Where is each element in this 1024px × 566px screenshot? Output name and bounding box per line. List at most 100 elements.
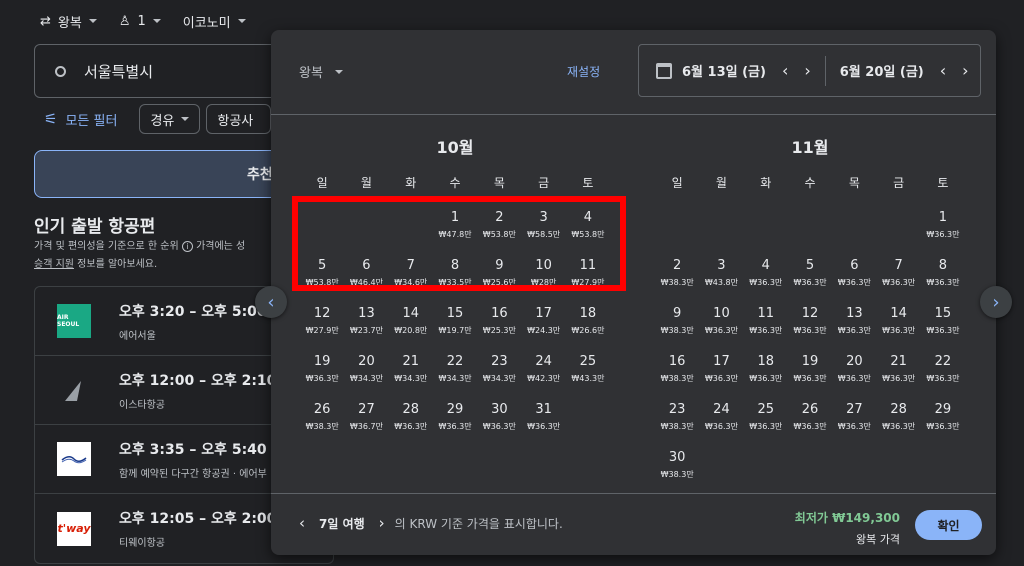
cabin-selector[interactable]: 이코노미 xyxy=(183,12,246,31)
calendar-day[interactable]: 11 ₩36.3만 xyxy=(744,301,788,349)
day-price: ₩36.3만 xyxy=(926,278,960,287)
day-price: ₩42.3만 xyxy=(527,374,561,383)
day-price: ₩34.3만 xyxy=(349,374,383,383)
day-price: ₩36.3만 xyxy=(926,422,960,431)
calendar-day[interactable]: 2 ₩38.3만 xyxy=(655,253,699,301)
calendar-day[interactable]: 13 ₩36.3만 xyxy=(832,301,876,349)
trip-type-selector[interactable]: ⇄ 왕복 xyxy=(40,12,97,31)
calendar-day[interactable]: 23 ₩34.3만 xyxy=(477,349,521,397)
calendar-day[interactable]: 9 ₩38.3만 xyxy=(655,301,699,349)
chevron-right-icon[interactable]: › xyxy=(379,514,385,532)
calendar-day[interactable]: 20 ₩36.3만 xyxy=(832,349,876,397)
passenger-assistance-link[interactable]: 승객 지원 xyxy=(34,259,74,270)
calendar-day[interactable]: 29 ₩36.3만 xyxy=(921,397,965,445)
calendar-day[interactable]: 28 ₩36.3만 xyxy=(876,397,920,445)
calendar-day[interactable]: 15 ₩19.7만 xyxy=(433,301,477,349)
calendar-day[interactable]: 16 ₩25.3만 xyxy=(477,301,521,349)
prev-month-button[interactable]: ‹ xyxy=(255,286,287,318)
confirm-button[interactable]: 확인 xyxy=(915,510,982,540)
calendar-day[interactable]: 3 ₩43.8만 xyxy=(699,253,743,301)
calendar-day[interactable]: 5 ₩36.3만 xyxy=(788,253,832,301)
calendar-day[interactable]: 22 ₩34.3만 xyxy=(433,349,477,397)
chevron-right-icon: › xyxy=(992,291,1000,313)
calendar-day[interactable]: 22 ₩36.3만 xyxy=(921,349,965,397)
weekday-header: 일월화수목금토 xyxy=(655,174,965,192)
day-price: ₩24.3만 xyxy=(527,326,561,335)
calendar-day[interactable]: 8 ₩36.3만 xyxy=(921,253,965,301)
calendar-day[interactable]: 7 ₩36.3만 xyxy=(876,253,920,301)
calendar-day[interactable]: 19 ₩36.3만 xyxy=(300,349,344,397)
calendar-day[interactable]: 21 ₩34.3만 xyxy=(389,349,433,397)
chevron-left-icon[interactable]: ‹ xyxy=(940,61,946,80)
calendar-day[interactable]: 15 ₩36.3만 xyxy=(921,301,965,349)
day-price: ₩43.3만 xyxy=(571,374,605,383)
calendar-day[interactable]: 17 ₩24.3만 xyxy=(521,301,565,349)
calendar-day[interactable]: 19 ₩36.3만 xyxy=(788,349,832,397)
day-price: ₩36.3만 xyxy=(793,326,827,335)
chevron-right-icon[interactable]: › xyxy=(804,61,810,80)
calendar-day[interactable]: 16 ₩38.3만 xyxy=(655,349,699,397)
next-month-button[interactable]: › xyxy=(980,286,1012,318)
chevron-right-icon[interactable]: › xyxy=(962,61,968,80)
calendar-day[interactable]: 18 ₩26.6만 xyxy=(566,301,610,349)
passenger-selector[interactable]: ♙ 1 xyxy=(119,14,161,29)
day-number: 29 xyxy=(446,402,464,417)
calendar-day[interactable]: 1 ₩36.3만 xyxy=(921,205,965,253)
calendar-day[interactable]: 4 ₩36.3만 xyxy=(744,253,788,301)
dialog-trip-type-selector[interactable]: 왕복 xyxy=(299,62,343,81)
swap-arrows-icon: ⇄ xyxy=(40,13,51,29)
weekday-header: 일월화수목금토 xyxy=(300,174,610,192)
calendar-day[interactable]: 14 ₩20.8만 xyxy=(389,301,433,349)
flight-time: 오후 3:20 – 오후 5:00 xyxy=(119,303,267,320)
reset-button[interactable]: 재설정 xyxy=(567,63,600,80)
calendar-day[interactable]: 30 ₩36.3만 xyxy=(477,397,521,445)
calendar-day[interactable]: 6 ₩36.3만 xyxy=(832,253,876,301)
calendar-day[interactable]: 24 ₩36.3만 xyxy=(699,397,743,445)
calendar-day[interactable]: 24 ₩42.3만 xyxy=(521,349,565,397)
day-number: 23 xyxy=(491,354,508,369)
calendar-day[interactable]: 26 ₩36.3만 xyxy=(788,397,832,445)
day-price: ₩25.3만 xyxy=(482,326,516,335)
day-price: ₩38.3만 xyxy=(660,422,694,431)
all-filters-button[interactable]: ⚟ 모든 필터 xyxy=(44,110,117,129)
calendar-day[interactable]: 28 ₩36.3만 xyxy=(389,397,433,445)
info-icon[interactable]: i xyxy=(181,241,193,252)
calendar-day[interactable]: 27 ₩36.3만 xyxy=(832,397,876,445)
calendar-day[interactable]: 23 ₩38.3만 xyxy=(655,397,699,445)
calendar-day[interactable]: 20 ₩34.3만 xyxy=(344,349,388,397)
price-currency-note: 의 KRW 기준 가격을 표시합니다. xyxy=(394,516,563,531)
calendar-day[interactable]: 21 ₩36.3만 xyxy=(876,349,920,397)
calendar-day[interactable]: 27 ₩36.7만 xyxy=(344,397,388,445)
day-price: ₩36.3만 xyxy=(527,422,561,431)
calendar-day[interactable]: 10 ₩36.3만 xyxy=(699,301,743,349)
departure-date[interactable]: 6월 13일 (금) xyxy=(682,61,766,80)
airline-filter-chip[interactable]: 항공사 xyxy=(206,104,272,134)
flight-time: 오후 12:00 – 오후 2:10 xyxy=(119,372,277,389)
day-number: 20 xyxy=(358,354,375,369)
calendar-day[interactable]: 29 ₩36.3만 xyxy=(433,397,477,445)
all-filters-label: 모든 필터 xyxy=(65,113,118,129)
day-number: 17 xyxy=(535,306,552,321)
return-date[interactable]: 6월 20일 (금) xyxy=(840,61,924,80)
stops-filter-chip[interactable]: 경유 xyxy=(139,104,201,134)
day-price: ₩36.3만 xyxy=(793,374,827,383)
calendar-day[interactable]: 25 ₩43.3만 xyxy=(566,349,610,397)
chevron-left-icon[interactable]: ‹ xyxy=(299,514,305,532)
calendar-day[interactable]: 30 ₩38.3만 xyxy=(655,445,699,493)
day-price: ₩36.3만 xyxy=(837,278,871,287)
calendar-day[interactable]: 13 ₩23.7만 xyxy=(344,301,388,349)
calendar-day[interactable]: 12 ₩27.9만 xyxy=(300,301,344,349)
dialog-trip-type-label: 왕복 xyxy=(299,66,323,81)
calendar-day[interactable]: 25 ₩36.3만 xyxy=(744,397,788,445)
calendar-day[interactable]: 17 ₩36.3만 xyxy=(699,349,743,397)
chevron-left-icon[interactable]: ‹ xyxy=(782,61,788,80)
tway-logo: t'way xyxy=(57,511,91,546)
calendar-day[interactable]: 12 ₩36.3만 xyxy=(788,301,832,349)
calendar-day[interactable]: 14 ₩36.3만 xyxy=(876,301,920,349)
empty-cell xyxy=(788,205,832,253)
calendar-day[interactable]: 31 ₩36.3만 xyxy=(521,397,565,445)
calendar-day[interactable]: 18 ₩36.3만 xyxy=(744,349,788,397)
day-price: ₩36.3만 xyxy=(394,422,428,431)
day-number: 27 xyxy=(358,402,375,417)
calendar-day[interactable]: 26 ₩38.3만 xyxy=(300,397,344,445)
